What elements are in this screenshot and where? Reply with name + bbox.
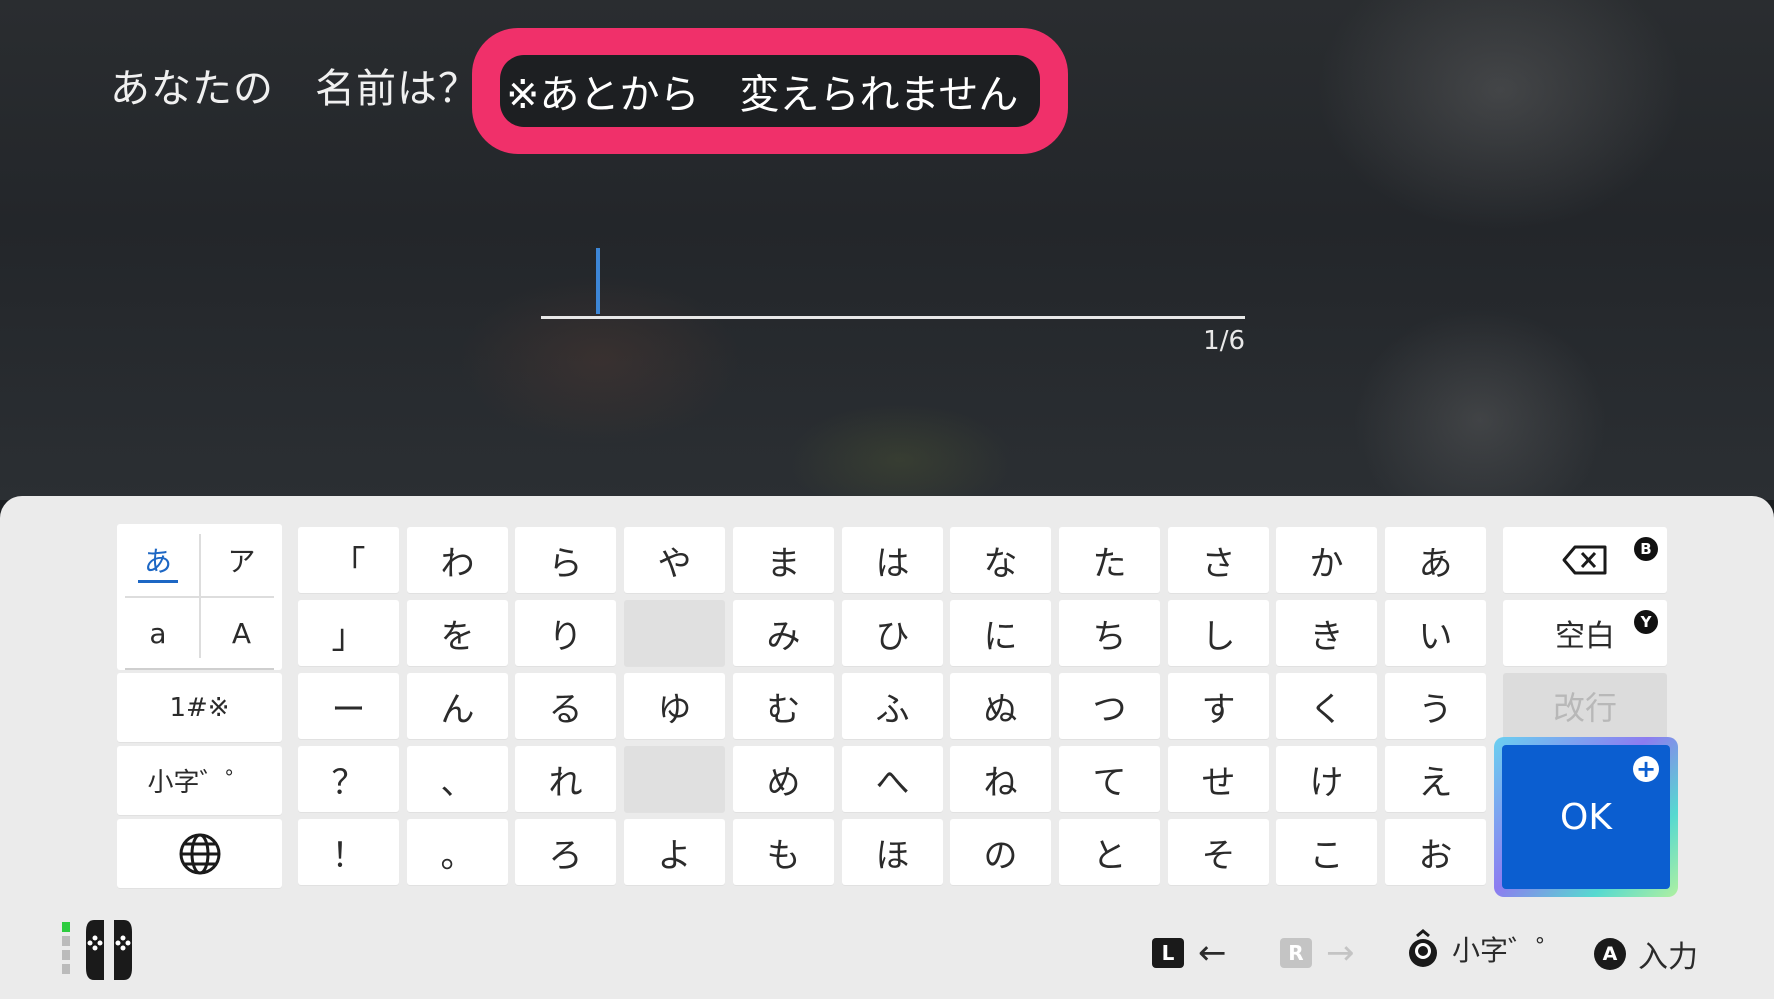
kana-key[interactable]: み — [733, 600, 834, 666]
warning-text: ※あとから 変えられません — [506, 72, 1019, 118]
kana-key[interactable]: ！ — [298, 819, 399, 885]
joycon-icon — [62, 920, 132, 980]
kana-key[interactable]: よ — [624, 819, 725, 885]
input-underline — [541, 316, 1245, 319]
kana-key[interactable]: け — [1276, 746, 1377, 812]
b-button-badge: B — [1634, 537, 1658, 561]
kana-key[interactable]: た — [1059, 527, 1160, 593]
kana-key[interactable]: の — [950, 819, 1051, 885]
kana-key[interactable]: ？ — [298, 746, 399, 812]
globe-icon — [179, 833, 220, 874]
name-prompt: あなたの 名前は？ — [110, 66, 479, 112]
kana-key[interactable]: ま — [733, 527, 834, 593]
r-button-icon: R — [1280, 938, 1312, 968]
kana-key[interactable]: 」 — [298, 600, 399, 666]
kana-key[interactable]: う — [1385, 673, 1486, 739]
kana-key[interactable]: へ — [842, 746, 943, 812]
kana-key[interactable]: せ — [1168, 746, 1269, 812]
kana-key[interactable]: に — [950, 600, 1051, 666]
cursor-left-hint[interactable]: L ← — [1152, 933, 1227, 973]
kana-key[interactable]: わ — [407, 527, 508, 593]
right-arrow-icon: → — [1326, 933, 1355, 973]
kana-key[interactable]: ね — [950, 746, 1051, 812]
text-cursor — [596, 248, 600, 314]
kana-key[interactable]: ひ — [842, 600, 943, 666]
kana-key[interactable]: な — [950, 527, 1051, 593]
char-counter: 1/6 — [1203, 326, 1245, 356]
backspace-icon — [1562, 545, 1607, 575]
kana-key[interactable]: て — [1059, 746, 1160, 812]
a-button-icon: A — [1594, 938, 1626, 970]
divider — [125, 668, 274, 670]
kana-key[interactable]: く — [1276, 673, 1377, 739]
kana-key[interactable]: か — [1276, 527, 1377, 593]
kana-key[interactable]: 、 — [407, 746, 508, 812]
kana-key[interactable]: す — [1168, 673, 1269, 739]
kana-key[interactable]: こ — [1276, 819, 1377, 885]
kana-key[interactable]: と — [1059, 819, 1160, 885]
mode-upper-latin[interactable]: A — [201, 598, 282, 668]
mode-switch-panel: あ ア a A — [117, 524, 282, 670]
joycon-indicator — [60, 918, 150, 982]
mode-lower-latin[interactable]: a — [117, 598, 199, 668]
kana-key[interactable]: れ — [515, 746, 616, 812]
kana-key[interactable]: ろ — [515, 819, 616, 885]
kana-key[interactable]: ほ — [842, 819, 943, 885]
kana-key[interactable]: ー — [298, 673, 399, 739]
kana-key[interactable]: 「 — [298, 527, 399, 593]
kana-key[interactable]: ち — [1059, 600, 1160, 666]
kana-key[interactable]: め — [733, 746, 834, 812]
kana-key[interactable]: お — [1385, 819, 1486, 885]
small-char-label: 小字゛゜ — [1452, 934, 1565, 967]
kana-key[interactable]: ら — [515, 527, 616, 593]
kana-key[interactable]: つ — [1059, 673, 1160, 739]
kana-key[interactable]: も — [733, 819, 834, 885]
kana-key[interactable]: ふ — [842, 673, 943, 739]
empty-key — [624, 600, 725, 666]
kana-key[interactable]: を — [407, 600, 508, 666]
kana-key[interactable]: や — [624, 527, 725, 593]
kana-key[interactable]: し — [1168, 600, 1269, 666]
mode-hiragana[interactable]: あ — [117, 524, 199, 596]
input-label: 入力 — [1638, 940, 1698, 975]
left-arrow-icon: ← — [1198, 933, 1227, 973]
plus-button-badge: + — [1633, 756, 1659, 782]
kana-key[interactable]: い — [1385, 600, 1486, 666]
input-hint[interactable]: A 入力 — [1594, 932, 1698, 976]
kana-key[interactable]: さ — [1168, 527, 1269, 593]
space-label: 空白 — [1555, 619, 1615, 654]
newline-key: 改行 — [1503, 673, 1667, 739]
active-mode-indicator — [138, 580, 178, 583]
kana-key[interactable]: そ — [1168, 819, 1269, 885]
kana-key[interactable]: あ — [1385, 527, 1486, 593]
kana-key[interactable]: る — [515, 673, 616, 739]
y-button-badge: Y — [1634, 610, 1658, 634]
mode-katakana[interactable]: ア — [201, 524, 282, 596]
kana-key[interactable]: り — [515, 600, 616, 666]
small-char-hint[interactable]: 小字゛゜ — [1406, 929, 1564, 969]
stick-icon — [1409, 929, 1437, 967]
kana-key[interactable]: え — [1385, 746, 1486, 812]
language-key[interactable] — [117, 819, 282, 888]
cursor-right-hint: R → — [1280, 933, 1355, 973]
kana-key[interactable]: ん — [407, 673, 508, 739]
kana-key[interactable]: は — [842, 527, 943, 593]
kana-key[interactable]: き — [1276, 600, 1377, 666]
l-button-icon: L — [1152, 938, 1184, 968]
kana-key[interactable]: 。 — [407, 819, 508, 885]
small-char-key[interactable]: 小字゛゜ — [117, 746, 282, 815]
kana-key[interactable]: ゆ — [624, 673, 725, 739]
kana-key[interactable]: む — [733, 673, 834, 739]
mode-symbols[interactable]: 1#※ — [117, 673, 282, 742]
empty-key — [624, 746, 725, 812]
kana-key[interactable]: ぬ — [950, 673, 1051, 739]
